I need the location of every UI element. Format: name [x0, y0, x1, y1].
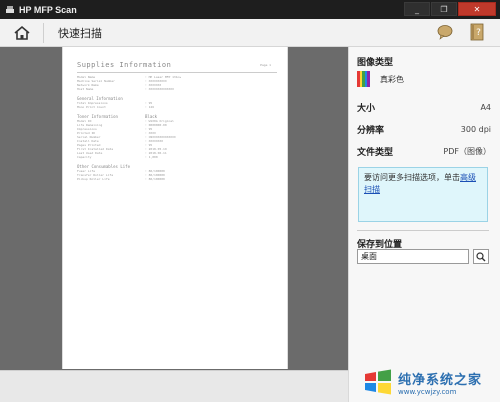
header-row: Host Name : XXXXXXXXXXXXXX: [77, 87, 277, 91]
scanned-page: Supplies Information Page 1 Model Name: …: [62, 47, 288, 369]
advanced-scan-info-text: 要访问更多扫描选项，单击: [364, 173, 460, 182]
general-row-value: : 126: [145, 105, 155, 109]
header-row-value: : XXXXXXXXXXXXXX: [145, 87, 174, 91]
feedback-button[interactable]: [436, 23, 454, 41]
image-type-value: 真彩色: [380, 74, 404, 84]
scan-settings-panel: 图像类型 真彩色 大小 A4 分辨率 300 dpi 文件类型 PDF（图像） …: [348, 47, 500, 402]
document-page-number: Page 1: [260, 63, 271, 67]
resolution-value: 300 dpi: [460, 125, 491, 134]
save-location-row: [357, 249, 489, 264]
home-icon: [14, 25, 30, 40]
file-type-value: PDF（图像）: [443, 147, 491, 156]
toolbar-separator: [43, 22, 44, 43]
toner-row: Capacity : 1,000: [77, 155, 277, 159]
breadcrumb-quick-scan: 快速扫描: [58, 26, 102, 40]
file-type-row[interactable]: 文件类型 PDF（图像）: [357, 145, 491, 158]
minimize-button[interactable]: _: [404, 2, 430, 16]
browse-button[interactable]: [473, 249, 489, 264]
home-button[interactable]: [11, 22, 33, 44]
status-bar: [0, 370, 348, 402]
site-watermark: 纯净系统之家 www.ycwjzy.com: [362, 362, 500, 402]
toner-row-key: Capacity: [77, 155, 92, 159]
help-button[interactable]: ?: [468, 23, 486, 41]
toolbar: 快速扫描 ?: [0, 19, 500, 47]
size-value: A4: [480, 103, 491, 112]
other-row-key: Pickup Roller Life: [77, 177, 110, 181]
watermark-text: 纯净系统之家: [398, 372, 483, 388]
magnifier-icon: [476, 251, 486, 261]
title-bar: HP MFP Scan _ ❐ ✕: [0, 0, 500, 19]
true-color-icon: [357, 71, 370, 87]
save-location-field[interactable]: [357, 249, 469, 264]
svg-text:?: ?: [476, 28, 481, 38]
general-row: Mono Print Count : 126: [77, 105, 277, 109]
header-row-key: Host Name: [77, 87, 94, 91]
other-row-value: : 80/100000: [145, 177, 165, 181]
general-row-key: Mono Print Count: [77, 105, 106, 109]
window-controls: _ ❐ ✕: [404, 2, 496, 16]
watermark-windows-logo-icon: [365, 369, 391, 395]
image-type-label: 图像类型: [357, 58, 394, 68]
scanned-document: Supplies Information Page 1 Model Name: …: [77, 61, 277, 181]
window-title: HP MFP Scan: [19, 4, 77, 15]
resolution-row[interactable]: 分辨率 300 dpi: [357, 123, 491, 136]
advanced-scan-info-box: 要访问更多扫描选项，单击高级扫描: [358, 167, 488, 222]
file-type-label: 文件类型: [357, 148, 394, 158]
help-book-icon: ?: [470, 23, 484, 41]
image-type-selector[interactable]: 真彩色: [357, 71, 404, 87]
maximize-button[interactable]: ❐: [431, 2, 457, 16]
speech-bubble-icon: [437, 25, 453, 40]
toner-row-value: : 1,000: [145, 155, 158, 159]
hp-scan-app-icon: [6, 5, 14, 13]
panel-divider: [357, 230, 489, 231]
scan-preview-area: Supplies Information Page 1 Model Name: …: [0, 47, 348, 370]
size-label: 大小: [357, 104, 376, 114]
size-row[interactable]: 大小 A4: [357, 101, 491, 114]
watermark-url: www.ycwjzy.com: [398, 387, 457, 396]
resolution-label: 分辨率: [357, 126, 385, 136]
close-button[interactable]: ✕: [458, 2, 496, 16]
other-row: Pickup Roller Life : 80/100000: [77, 177, 277, 181]
document-divider: [77, 72, 277, 73]
document-title: Supplies Information: [77, 61, 172, 69]
